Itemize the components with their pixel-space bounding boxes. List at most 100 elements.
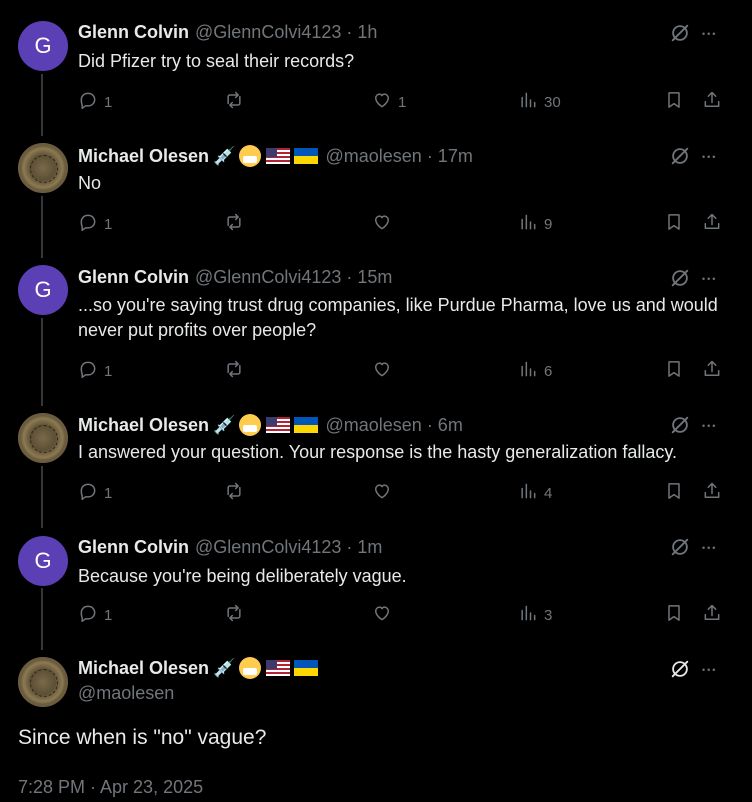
avatar[interactable] — [18, 143, 68, 193]
tweet-header: Glenn Colvin @GlennColvi4123 · 1m — [78, 537, 382, 558]
views-icon — [518, 603, 538, 627]
reply-button[interactable]: 1 — [78, 212, 112, 236]
mask-face-icon — [239, 657, 262, 679]
bookmark-button[interactable] — [664, 212, 684, 236]
share-icon — [702, 90, 722, 114]
author-handle[interactable]: @maolesen — [78, 683, 174, 704]
retweet-button[interactable] — [224, 90, 244, 114]
tweet-time[interactable]: · 1m — [346, 537, 382, 558]
like-button[interactable]: 1 — [372, 90, 406, 114]
views-button[interactable]: 30 — [518, 90, 561, 114]
share-icon — [702, 212, 722, 236]
reply-count: 1 — [104, 606, 113, 624]
tweet-text: Because you're being deliberately vague. — [78, 566, 407, 586]
tweet-time[interactable]: · 15m — [346, 267, 392, 288]
reply-button[interactable]: 1 — [78, 90, 112, 114]
us-flag-icon — [266, 660, 291, 676]
grok-icon[interactable] — [669, 267, 691, 289]
retweet-button[interactable] — [224, 212, 244, 236]
views-button[interactable]: 3 — [518, 603, 552, 627]
views-button[interactable]: 9 — [518, 212, 552, 236]
bookmark-button[interactable] — [664, 359, 684, 383]
author-name[interactable]: Michael Olesen — [78, 658, 209, 679]
more-icon[interactable]: ••• — [702, 414, 726, 438]
grok-icon[interactable] — [669, 658, 691, 680]
reply-count: 1 — [104, 93, 113, 111]
retweet-icon — [224, 212, 244, 236]
tweet-actions: 13 — [78, 603, 728, 627]
views-icon — [518, 90, 538, 114]
name-emojis: 💉 — [213, 145, 319, 167]
bookmark-icon — [664, 359, 684, 383]
reply-icon — [78, 212, 98, 236]
reply-icon — [78, 481, 98, 505]
avatar[interactable] — [18, 413, 68, 463]
author-handle[interactable]: @GlennColvi4123 — [195, 267, 341, 288]
reply-count: 1 — [104, 362, 113, 380]
syringe-icon: 💉 — [213, 145, 236, 166]
tweet-timestamp[interactable]: 7:28 PM · Apr 23, 2025 — [18, 777, 203, 798]
reply-button[interactable]: 1 — [78, 359, 112, 383]
more-icon[interactable]: ••• — [702, 536, 726, 560]
avatar[interactable]: G — [18, 21, 68, 71]
views-icon — [518, 481, 538, 505]
bookmark-icon — [664, 212, 684, 236]
reply-count: 1 — [104, 215, 113, 233]
grok-icon[interactable] — [669, 536, 691, 558]
author-name[interactable]: Michael Olesen — [78, 146, 209, 167]
views-button[interactable]: 6 — [518, 359, 552, 383]
author-handle[interactable]: @GlennColvi4123 — [195, 537, 341, 558]
retweet-button[interactable] — [224, 359, 244, 383]
heart-icon — [372, 481, 392, 505]
heart-icon — [372, 603, 392, 627]
grok-icon[interactable] — [669, 414, 691, 436]
more-icon[interactable]: ••• — [702, 658, 726, 682]
author-handle[interactable]: @GlennColvi4123 — [195, 22, 341, 43]
tweet-time[interactable]: · 1h — [346, 22, 377, 43]
share-button[interactable] — [702, 212, 722, 236]
author-handle[interactable]: @maolesen — [325, 415, 421, 436]
tweet-header: Glenn Colvin @GlennColvi4123 · 1h — [78, 22, 377, 43]
more-icon[interactable]: ••• — [702, 267, 726, 291]
bookmark-button[interactable] — [664, 603, 684, 627]
tweet-time[interactable]: · 17m — [427, 146, 473, 167]
share-button[interactable] — [702, 481, 722, 505]
like-button[interactable] — [372, 359, 392, 383]
retweet-button[interactable] — [224, 481, 244, 505]
retweet-icon — [224, 603, 244, 627]
tweet-actions: 19 — [78, 212, 728, 236]
us-flag-icon — [266, 417, 291, 433]
retweet-button[interactable] — [224, 603, 244, 627]
bookmark-button[interactable] — [664, 481, 684, 505]
author-name[interactable]: Michael Olesen — [78, 415, 209, 436]
reply-button[interactable]: 1 — [78, 603, 112, 627]
ukraine-flag-icon — [294, 417, 319, 433]
author-name[interactable]: Glenn Colvin — [78, 267, 189, 288]
grok-icon[interactable] — [669, 22, 691, 44]
like-button[interactable] — [372, 603, 392, 627]
share-button[interactable] — [702, 90, 722, 114]
us-flag-icon — [266, 148, 291, 164]
avatar[interactable] — [18, 657, 68, 707]
share-button[interactable] — [702, 603, 722, 627]
ukraine-flag-icon — [294, 148, 319, 164]
bookmark-button[interactable] — [664, 90, 684, 114]
grok-icon[interactable] — [669, 145, 691, 167]
more-icon[interactable]: ••• — [702, 22, 726, 46]
avatar[interactable]: G — [18, 536, 68, 586]
more-icon[interactable]: ••• — [702, 145, 726, 169]
reply-icon — [78, 90, 98, 114]
reply-button[interactable]: 1 — [78, 481, 112, 505]
author-name[interactable]: Glenn Colvin — [78, 22, 189, 43]
views-count: 3 — [544, 606, 553, 624]
tweet-header: Michael Olesen 💉 @maolesen · 6m — [78, 414, 463, 436]
views-count: 30 — [544, 93, 561, 111]
author-name[interactable]: Glenn Colvin — [78, 537, 189, 558]
like-button[interactable] — [372, 481, 392, 505]
share-button[interactable] — [702, 359, 722, 383]
views-button[interactable]: 4 — [518, 481, 552, 505]
like-button[interactable] — [372, 212, 392, 236]
avatar[interactable]: G — [18, 265, 68, 315]
tweet-time[interactable]: · 6m — [427, 415, 463, 436]
author-handle[interactable]: @maolesen — [325, 146, 421, 167]
